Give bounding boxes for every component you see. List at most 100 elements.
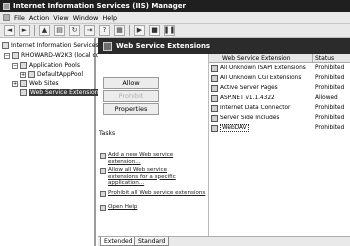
- window-title: Internet Information Services (IIS) Mana…: [13, 2, 186, 10]
- extension-icon: [211, 74, 218, 82]
- tab-standard[interactable]: Standard: [134, 237, 170, 246]
- extension-icon: [211, 64, 218, 72]
- mmc-console-icon[interactable]: [3, 14, 10, 21]
- tree-item-iis-root[interactable]: Internet Information Services: [2, 41, 99, 50]
- app-pool-icon: [28, 71, 35, 78]
- menu-window[interactable]: Window: [73, 14, 99, 22]
- folder-icon: [20, 80, 27, 87]
- view-tabs: Extended Standard: [98, 236, 350, 246]
- extension-status: Prohibited: [315, 75, 345, 81]
- extension-name: ASP.NET v1.1.4322: [220, 95, 275, 101]
- tree-item-label: RHOWARD-W2K3 (local cor: [21, 52, 102, 59]
- extension-name: Internet Data Connector: [220, 105, 291, 111]
- pause-icon[interactable]: ❚❚: [164, 25, 175, 36]
- extension-status: Prohibited: [315, 125, 345, 131]
- extension-name: All Unknown CGI Extensions: [220, 75, 302, 81]
- tree-item-application-pools[interactable]: − Application Pools: [12, 61, 80, 70]
- properties-button[interactable]: Properties: [103, 103, 159, 115]
- extension-status: Allowed: [315, 95, 338, 101]
- extension-name: WebDAV: [220, 124, 249, 132]
- server-icon: [12, 52, 19, 59]
- task-open-help[interactable]: Open Help: [100, 204, 206, 211]
- list-item[interactable]: Internet Data Connector Prohibited: [209, 103, 350, 113]
- list-item[interactable]: Active Server Pages Prohibited: [209, 83, 350, 93]
- folder-icon: [20, 89, 27, 96]
- iis-app-icon: [3, 2, 10, 10]
- tree-item-server[interactable]: − RHOWARD-W2K3 (local cor: [4, 51, 102, 60]
- toolbar-separator: [129, 25, 130, 36]
- extension-icon: [211, 114, 218, 122]
- task-add-extension[interactable]: Add a new Web service extension...: [100, 152, 206, 165]
- expand-icon[interactable]: +: [12, 80, 18, 87]
- task-link[interactable]: Allow all Web service extensions for a s…: [108, 167, 196, 187]
- extension-name: Active Server Pages: [220, 85, 278, 91]
- add-extension-icon: [100, 153, 106, 159]
- tree-item-defaultapppool[interactable]: + DefaultAppPool: [20, 70, 83, 79]
- extension-icon: [211, 94, 218, 102]
- up-level-icon[interactable]: ▲: [39, 25, 50, 36]
- extension-icon: [211, 84, 218, 92]
- task-link[interactable]: Add a new Web service extension...: [108, 152, 206, 165]
- console-tree: Internet Information Services − RHOWARD-…: [0, 38, 102, 246]
- tree-item-label: Web Service Extension: [29, 89, 100, 96]
- extension-name: Server Side Includes: [220, 115, 280, 121]
- tab-extended[interactable]: Extended: [100, 237, 137, 246]
- tree-item-web-service-extensions[interactable]: Web Service Extension: [20, 88, 100, 97]
- pane-header: Web Service Extensions: [98, 38, 350, 54]
- extension-status: Prohibited: [315, 115, 345, 121]
- refresh-icon[interactable]: ↻: [69, 25, 80, 36]
- task-allow-all-for-app[interactable]: Allow all Web service extensions for a s…: [100, 167, 196, 187]
- help-icon: [100, 205, 106, 211]
- tree-item-web-sites[interactable]: + Web Sites: [12, 79, 59, 88]
- folder-icon: [20, 62, 27, 69]
- menu-help[interactable]: Help: [102, 14, 117, 22]
- view-icon[interactable]: ▦: [114, 25, 125, 36]
- export-list-icon[interactable]: ⇥: [84, 25, 95, 36]
- allow-button[interactable]: Allow: [103, 77, 159, 89]
- properties-icon[interactable]: ▤: [54, 25, 65, 36]
- menu-file[interactable]: File: [14, 14, 25, 22]
- tree-item-label: Application Pools: [29, 62, 80, 69]
- list-item[interactable]: All Unknown CGI Extensions Prohibited: [209, 73, 350, 83]
- extension-status: Prohibited: [315, 85, 345, 91]
- prohibit-icon: [100, 191, 106, 197]
- collapse-icon[interactable]: −: [4, 52, 10, 59]
- help-icon[interactable]: ?: [99, 25, 110, 36]
- play-icon[interactable]: ▶: [134, 25, 145, 36]
- list-item[interactable]: WebDAV Prohibited: [209, 123, 350, 133]
- collapse-icon[interactable]: −: [12, 62, 18, 69]
- extension-name: All Unknown ISAPI Extensions: [220, 65, 306, 71]
- extension-icon: [211, 124, 218, 132]
- allow-app-icon: [100, 168, 106, 174]
- list-item[interactable]: All Unknown ISAPI Extensions Prohibited: [209, 63, 350, 73]
- column-header-status[interactable]: Status: [313, 54, 350, 62]
- forward-icon[interactable]: ►: [19, 25, 30, 36]
- toolbar: ◄ ► ▲ ▤ ↻ ⇥ ? ▦ ▶ ■ ❚❚: [0, 24, 350, 38]
- list-item[interactable]: ASP.NET v1.1.4322 Allowed: [209, 93, 350, 103]
- stop-icon[interactable]: ■: [149, 25, 160, 36]
- menu-bar: File Action View Window Help: [0, 12, 350, 24]
- toolbar-separator: [34, 25, 35, 36]
- expand-icon[interactable]: +: [20, 71, 26, 78]
- iis-icon: [2, 42, 9, 49]
- back-icon[interactable]: ◄: [4, 25, 15, 36]
- extension-status: Prohibited: [315, 65, 345, 71]
- task-link[interactable]: Open Help: [108, 204, 137, 211]
- menu-action[interactable]: Action: [29, 14, 49, 22]
- menu-view[interactable]: View: [53, 14, 68, 22]
- tasks-heading: Tasks: [99, 130, 116, 137]
- prohibit-button[interactable]: Prohibit: [103, 90, 159, 102]
- extensions-list: Web Service Extension Status All Unknown…: [208, 54, 350, 236]
- column-header-name[interactable]: Web Service Extension: [209, 54, 313, 62]
- task-prohibit-all[interactable]: Prohibit all Web service extensions: [100, 190, 206, 197]
- tree-item-label: DefaultAppPool: [37, 71, 84, 78]
- tree-item-label: Internet Information Services: [11, 42, 99, 49]
- list-item[interactable]: Server Side Includes Prohibited: [209, 113, 350, 123]
- task-link[interactable]: Prohibit all Web service extensions: [108, 190, 205, 197]
- title-bar: Internet Information Services (IIS) Mana…: [0, 0, 350, 12]
- actions-panel: Allow Prohibit Properties Tasks Add a ne…: [98, 54, 208, 236]
- tree-item-label: Web Sites: [29, 80, 59, 87]
- extension-icon: [211, 104, 218, 112]
- extension-status: Prohibited: [315, 105, 345, 111]
- pane-title: Web Service Extensions: [116, 42, 211, 50]
